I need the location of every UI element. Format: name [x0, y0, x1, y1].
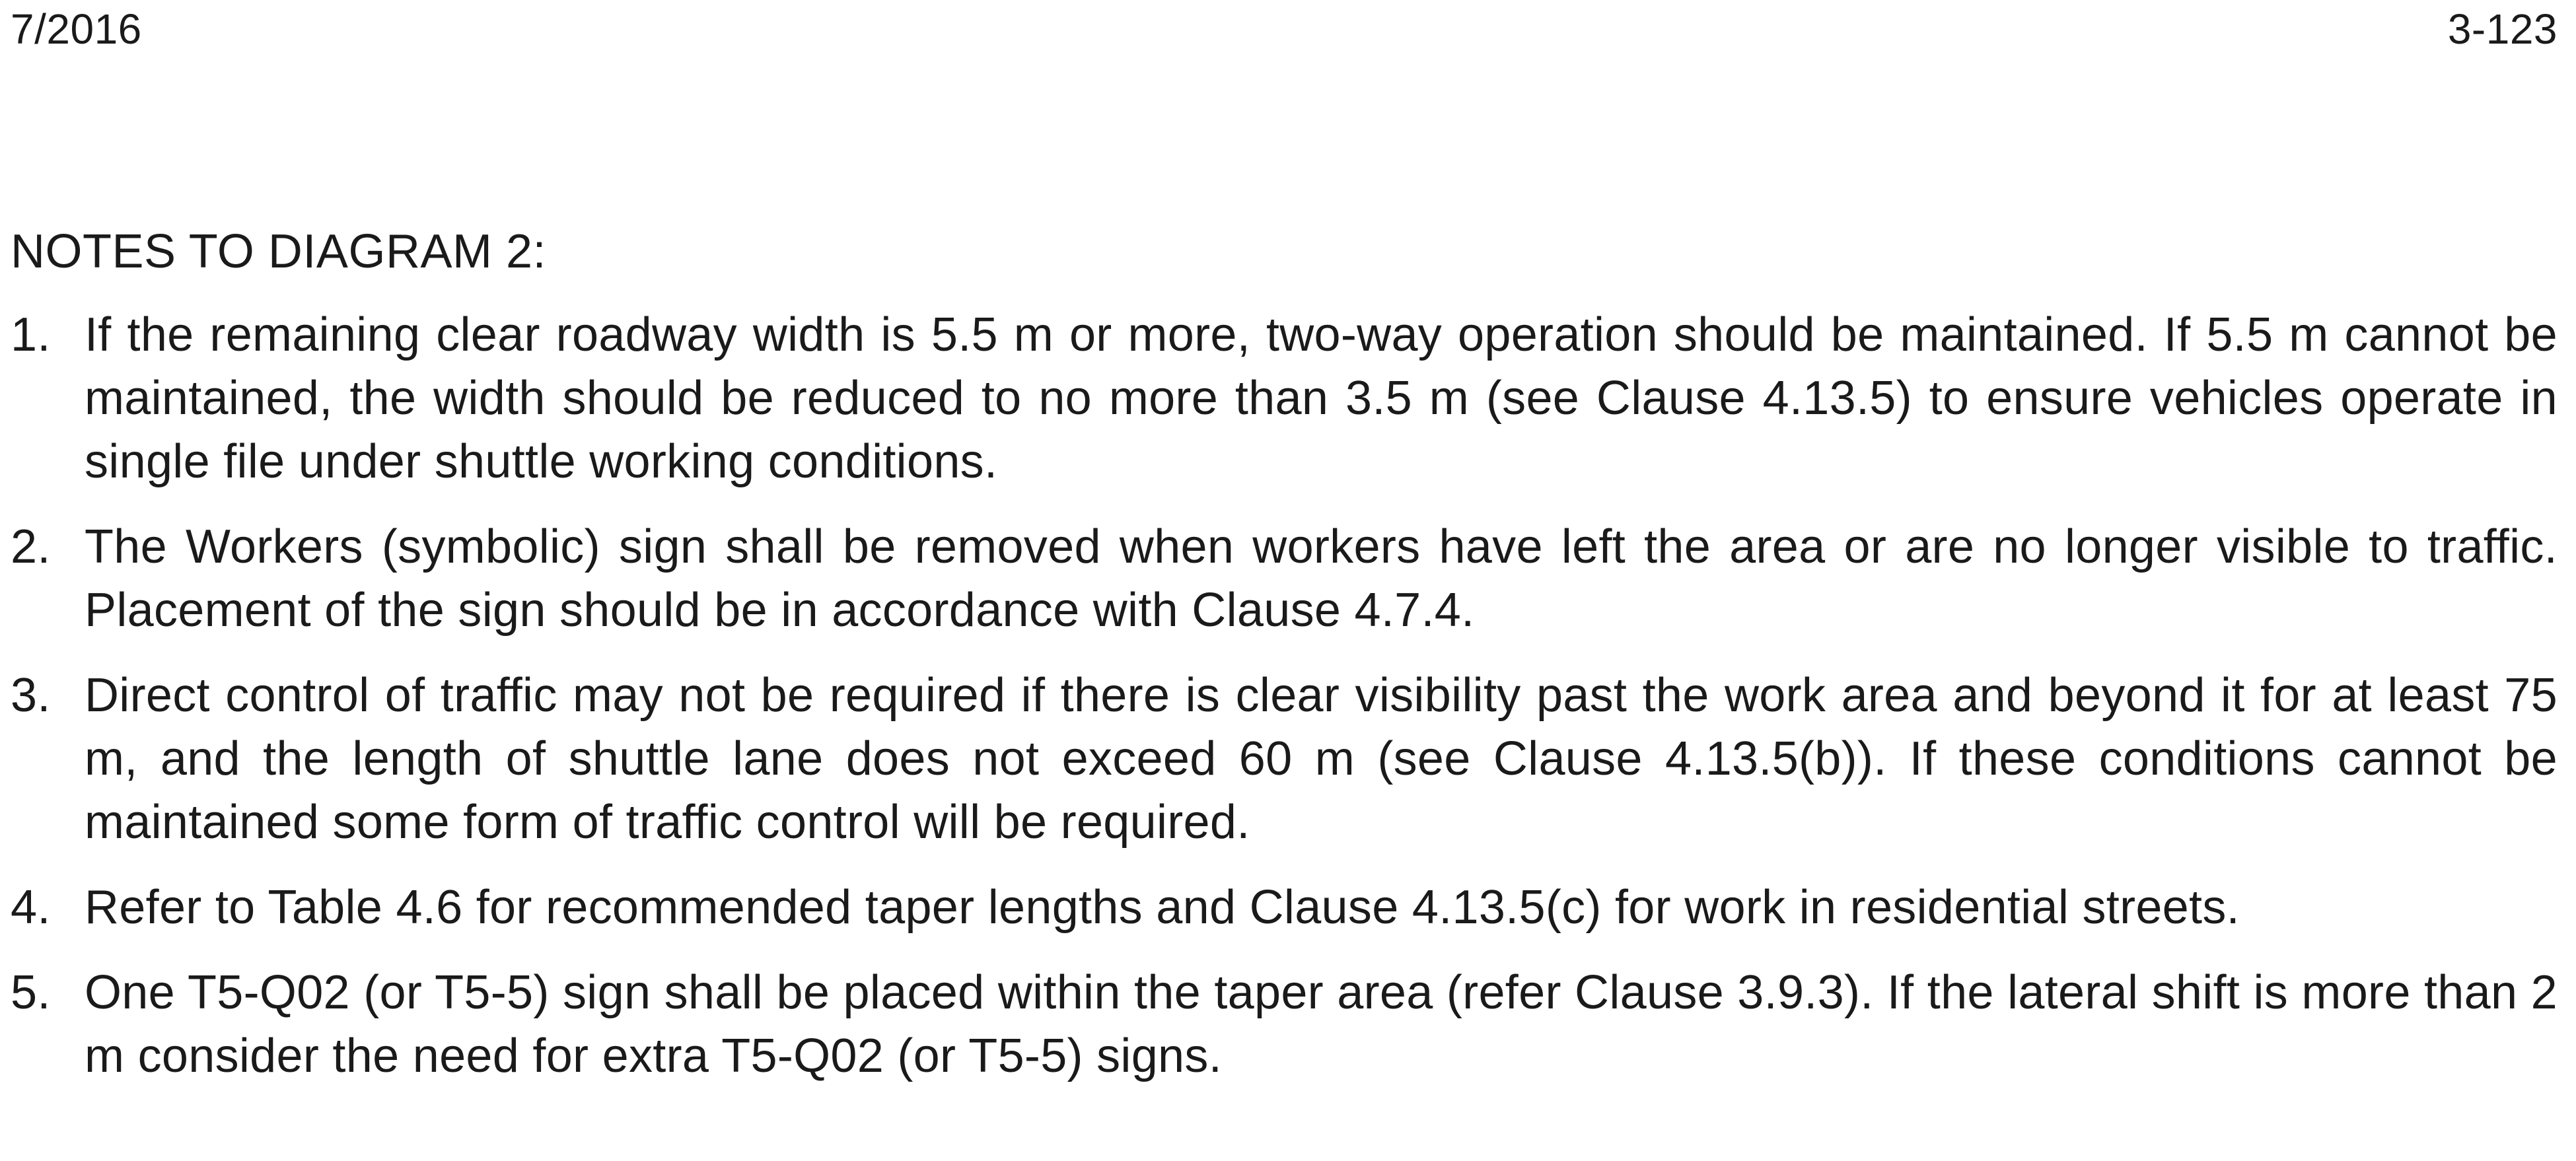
note-text: If the remaining clear roadway width is …: [85, 308, 2558, 488]
note-item-1: 1. If the remaining clear roadway width …: [11, 303, 2558, 493]
note-item-2: 2. The Workers (symbolic) sign shall be …: [11, 515, 2558, 642]
note-text: One T5-Q02 (or T5-5) sign shall be place…: [85, 966, 2558, 1082]
note-item-5: 5. One T5-Q02 (or T5-5) sign shall be pl…: [11, 961, 2558, 1088]
notes-list: 1. If the remaining clear roadway width …: [11, 303, 2558, 1088]
note-number: 3.: [11, 669, 51, 722]
header-page-number: 3-123: [2447, 5, 2558, 53]
note-number: 1.: [11, 308, 51, 361]
note-text: Refer to Table 4.6 for recommended taper…: [85, 881, 2240, 934]
note-item-4: 4. Refer to Table 4.6 for recommended ta…: [11, 876, 2558, 939]
note-text: The Workers (symbolic) sign shall be rem…: [85, 520, 2558, 637]
notes-section: NOTES TO DIAGRAM 2: 1. If the remaining …: [11, 220, 2558, 1088]
note-text: Direct control of traffic may not be req…: [85, 669, 2558, 849]
document-page: 7/2016 3-123 NOTES TO DIAGRAM 2: 1. If t…: [0, 0, 2576, 1161]
note-number: 5.: [11, 966, 51, 1019]
header-date: 7/2016: [11, 5, 142, 53]
note-number: 4.: [11, 881, 51, 934]
notes-title: NOTES TO DIAGRAM 2:: [11, 225, 546, 278]
note-number: 2.: [11, 520, 51, 573]
note-item-3: 3. Direct control of traffic may not be …: [11, 664, 2558, 854]
